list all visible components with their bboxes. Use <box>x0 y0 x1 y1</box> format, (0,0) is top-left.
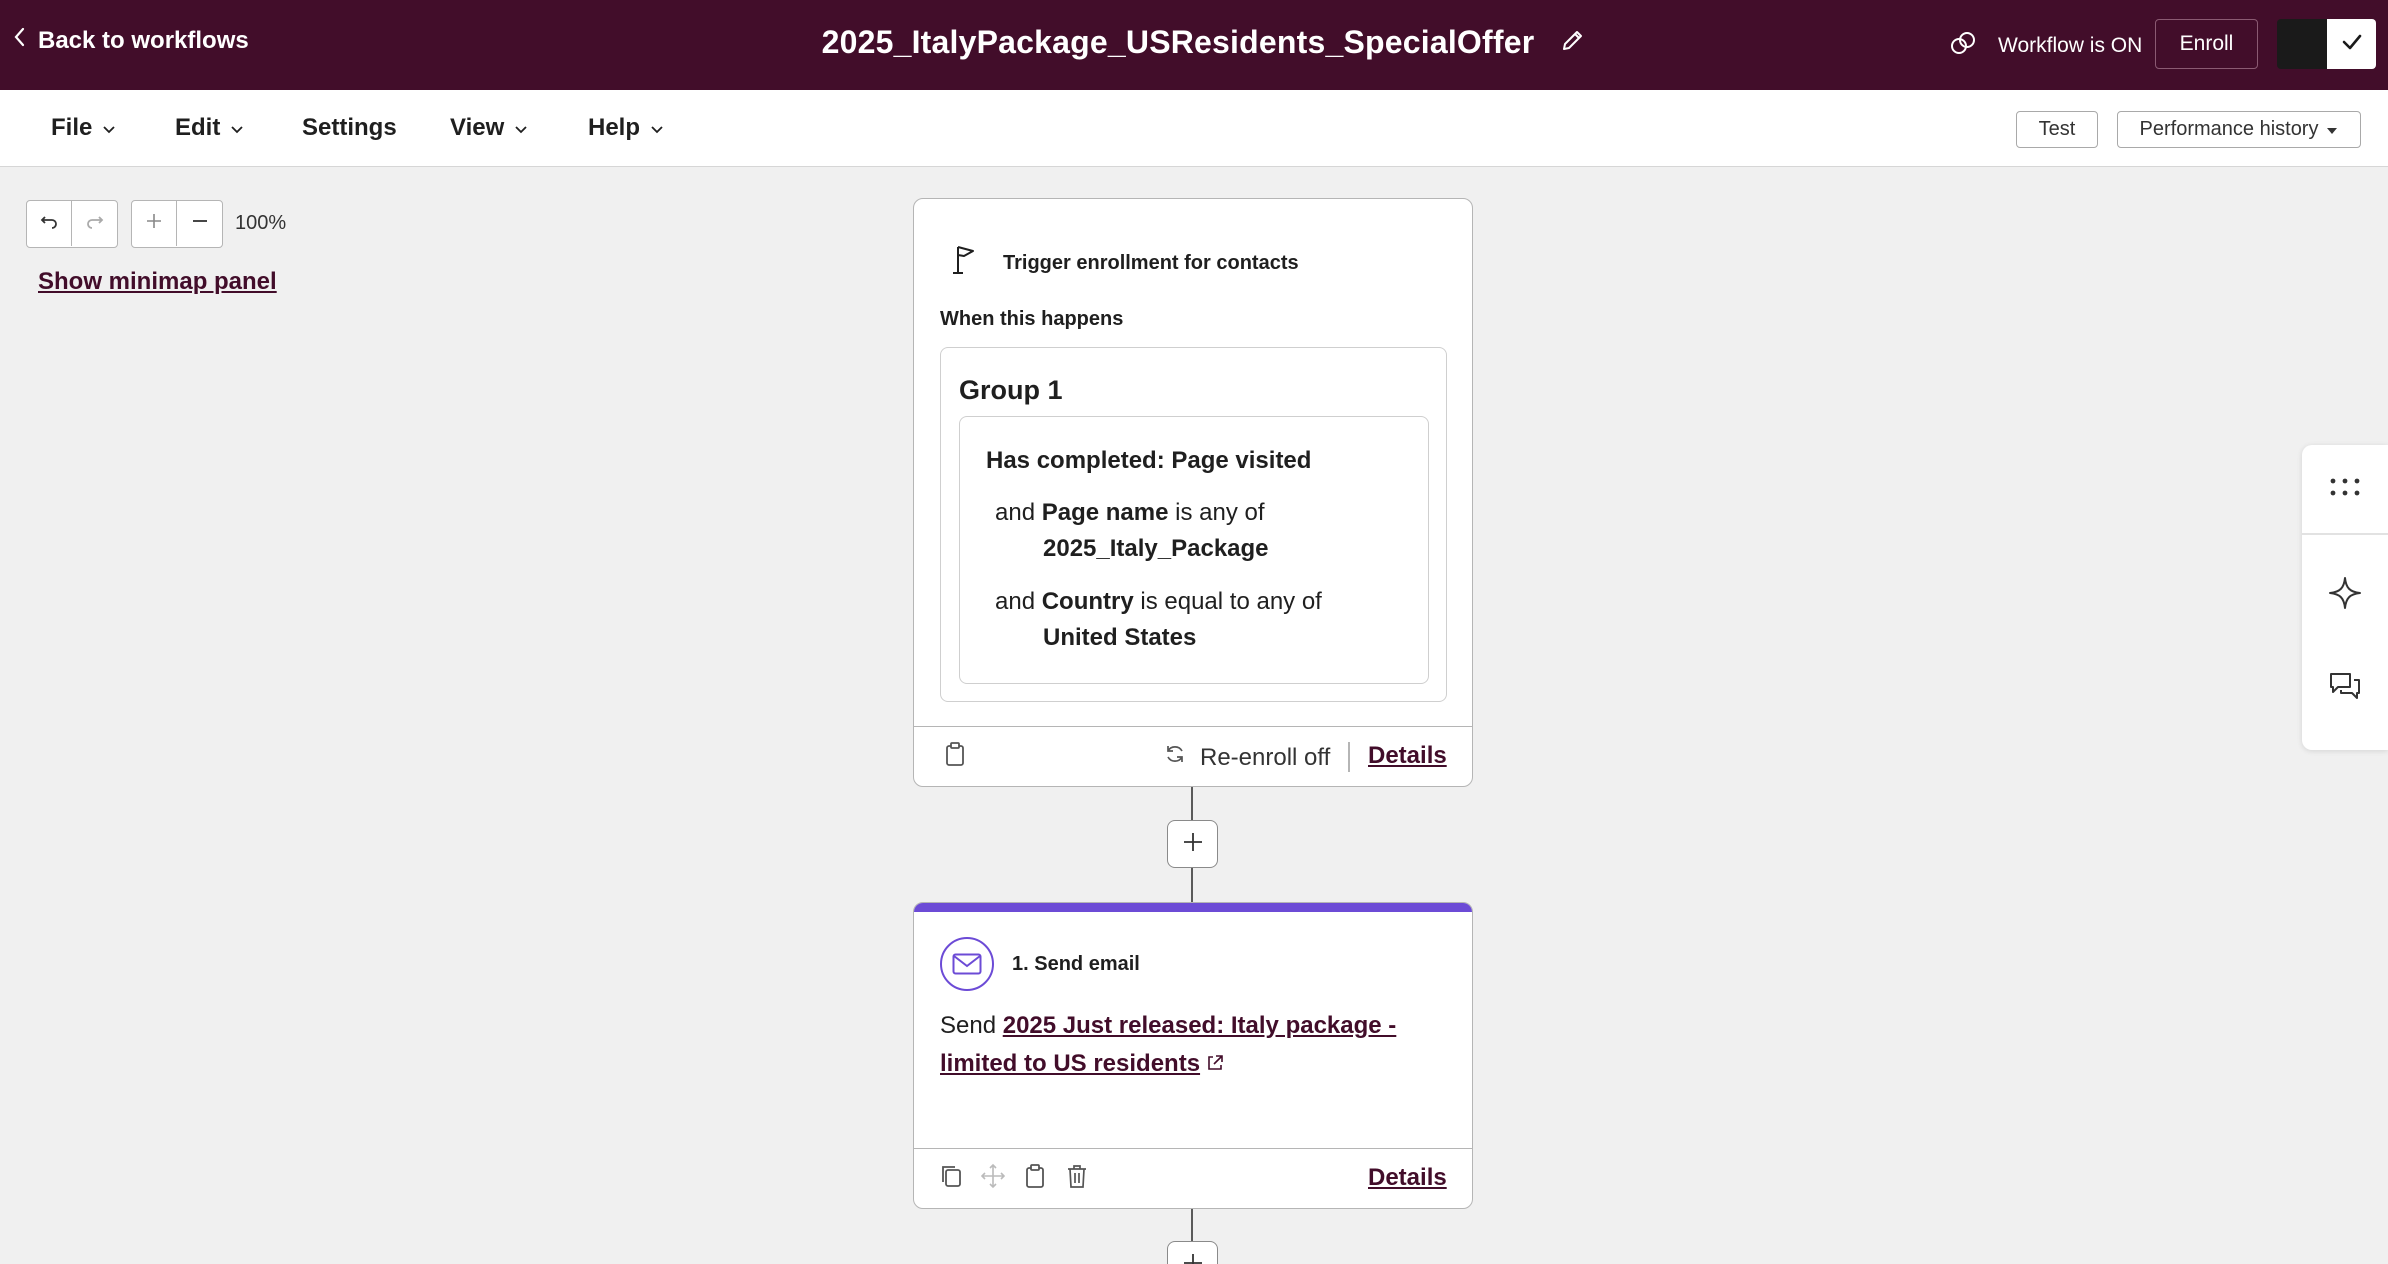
trash-icon[interactable] <box>1065 1163 1089 1194</box>
grid-dots-icon <box>2328 470 2362 509</box>
comments-button[interactable] <box>2302 671 2388 705</box>
condition-operator: is any of <box>1175 499 1265 526</box>
undo-redo-group <box>26 200 118 248</box>
condition-prefix: and <box>995 499 1036 526</box>
redo-icon <box>85 211 105 236</box>
enroll-button[interactable]: Enroll <box>2155 19 2258 69</box>
email-link[interactable]: 2025 Just released: Italy package - limi… <box>940 1012 1396 1077</box>
comments-icon <box>2328 669 2362 708</box>
trigger-card[interactable]: Trigger enrollment for contacts When thi… <box>913 198 1473 787</box>
action-footer: Details <box>914 1148 1472 1208</box>
plus-icon <box>144 211 164 236</box>
checkmark-icon <box>2340 30 2364 59</box>
zoom-in-button[interactable] <box>132 201 177 246</box>
link-chain-icon <box>1948 28 1978 64</box>
menu-settings-label: Settings <box>302 114 397 141</box>
performance-history-button[interactable]: Performance history <box>2117 111 2361 148</box>
top-bar: Back to workflows 2025_ItalyPackage_USRe… <box>0 0 2388 90</box>
condition-row: and Country is equal to any of <box>995 588 1322 616</box>
menu-help[interactable]: Help <box>588 114 664 142</box>
menu-edit-label: Edit <box>175 114 221 141</box>
reenroll-status[interactable]: Re-enroll off <box>1164 743 1330 772</box>
ai-assistant-button[interactable] <box>2302 576 2388 615</box>
show-minimap-link[interactable]: Show minimap panel <box>38 268 277 296</box>
menu-bar: File Edit Settings View Help Test Perfor… <box>0 90 2388 167</box>
zoom-out-button[interactable] <box>177 201 222 246</box>
side-panel <box>2302 445 2388 750</box>
performance-history-label: Performance history <box>2139 118 2319 140</box>
zoom-group <box>131 200 223 248</box>
side-panel-divider <box>2302 533 2388 535</box>
reenroll-label: Re-enroll off <box>1200 743 1331 771</box>
workflow-title[interactable]: 2025_ItalyPackage_USResidents_SpecialOff… <box>822 24 1535 61</box>
connector-line <box>1191 1209 1193 1243</box>
workflow-on-toggle[interactable] <box>2277 19 2376 69</box>
menu-view-label: View <box>450 114 505 141</box>
condition-value: United States <box>1043 624 1197 651</box>
zoom-level: 100% <box>235 212 287 234</box>
condition-prefix: and <box>995 588 1036 615</box>
send-email-action-card[interactable]: 1. Send email Send 2025 Just released: I… <box>913 902 1473 1209</box>
action-details-link[interactable]: Details <box>1368 1164 1447 1192</box>
action-accent-bar <box>914 903 1472 912</box>
trigger-header: Trigger enrollment for contacts <box>949 243 1299 283</box>
envelope-icon <box>940 937 994 991</box>
connector-line <box>1191 787 1193 822</box>
copy-icon[interactable] <box>939 1163 963 1194</box>
add-action-button[interactable] <box>1167 820 1218 868</box>
trigger-footer: Re-enroll off Details <box>914 726 1472 786</box>
action-title: 1. Send email <box>1012 952 1140 975</box>
condition-operator: is equal to any of <box>1140 588 1322 615</box>
workflow-status-label: Workflow is ON <box>1998 34 2143 57</box>
apps-button[interactable] <box>2302 472 2388 506</box>
external-link-icon[interactable] <box>1206 1046 1224 1084</box>
chevron-down-icon <box>102 114 116 142</box>
caret-down-icon <box>2326 118 2338 141</box>
email-description: Send 2025 Just released: Italy package -… <box>940 1007 1440 1084</box>
condition-property: Country <box>1041 588 1134 615</box>
chevron-down-icon <box>230 114 244 142</box>
menu-settings[interactable]: Settings <box>302 114 397 142</box>
when-this-happens-label: When this happens <box>940 308 1124 330</box>
trigger-title: Trigger enrollment for contacts <box>1003 251 1299 274</box>
menu-help-label: Help <box>588 114 641 141</box>
menu-edit[interactable]: Edit <box>175 114 244 142</box>
criteria-title: Has completed: Page visited <box>986 447 1312 474</box>
undo-button[interactable] <box>27 201 72 246</box>
group-title: Group 1 <box>959 375 1063 405</box>
condition-property: Page name <box>1041 499 1169 526</box>
trigger-details-link[interactable]: Details <box>1368 742 1447 770</box>
minus-icon <box>190 211 210 236</box>
refresh-icon <box>1164 743 1186 772</box>
action-header: 1. Send email <box>940 937 1140 991</box>
workflow-status: Workflow is ON <box>1948 28 2142 64</box>
chevron-down-icon <box>650 114 664 142</box>
plus-icon <box>1182 1252 1204 1264</box>
toggle-on-segment <box>2327 19 2376 69</box>
criteria-box: Has completed: Page visited and Page nam… <box>959 416 1429 684</box>
add-action-button[interactable] <box>1167 1241 1218 1264</box>
undo-icon <box>39 211 59 236</box>
condition-row: and Page name is any of <box>995 499 1265 527</box>
menu-file-label: File <box>51 114 93 141</box>
redo-button[interactable] <box>72 201 117 246</box>
chevron-down-icon <box>514 114 528 142</box>
plus-icon <box>1182 831 1204 858</box>
test-button[interactable]: Test <box>2016 111 2098 148</box>
flag-icon <box>949 243 981 283</box>
criteria-group: Group 1 Has completed: Page visited and … <box>940 347 1447 702</box>
sparkle-icon <box>2328 576 2362 615</box>
clipboard-icon[interactable] <box>943 741 967 772</box>
menu-file[interactable]: File <box>51 114 116 142</box>
send-prefix: Send <box>940 1012 997 1039</box>
connector-line <box>1191 868 1193 902</box>
toggle-off-segment <box>2277 19 2327 69</box>
clipboard-icon[interactable] <box>1023 1163 1047 1194</box>
footer-divider <box>1348 742 1350 772</box>
condition-value: 2025_Italy_Package <box>1043 535 1269 562</box>
menu-view[interactable]: View <box>450 114 528 142</box>
move-icon[interactable] <box>980 1163 1006 1194</box>
pencil-icon[interactable] <box>1560 24 1586 61</box>
